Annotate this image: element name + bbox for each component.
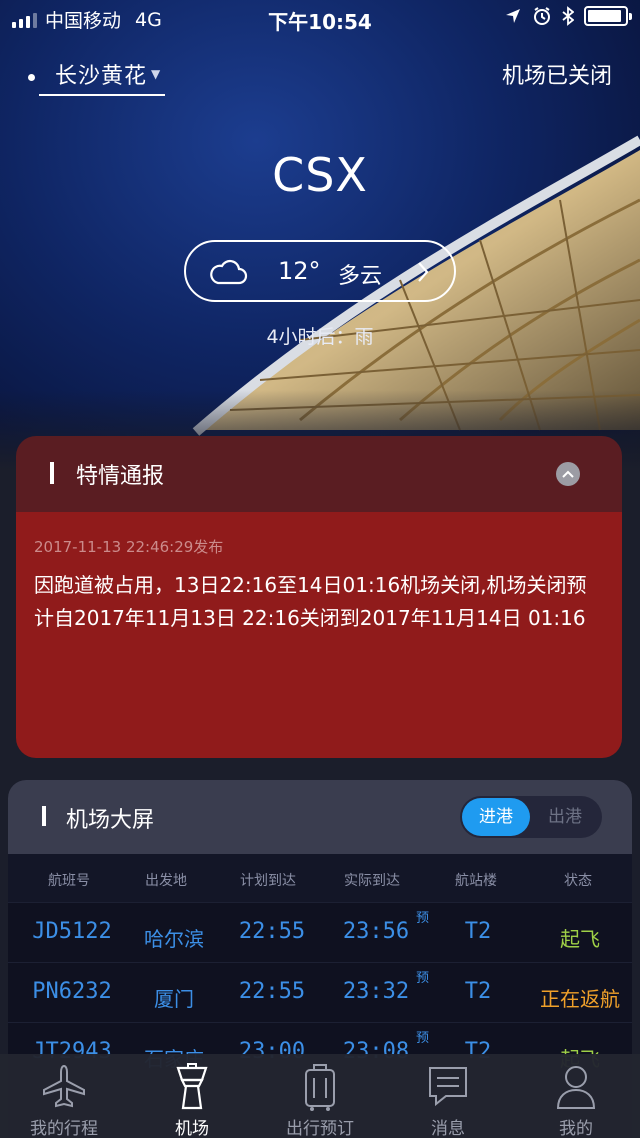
board-header: 机场大屏 进港 出港 xyxy=(8,780,632,854)
tab-airport[interactable]: 机场 xyxy=(128,1054,256,1138)
weather-forecast: 4小时后：雨 xyxy=(266,326,374,348)
tab-label: 我的 xyxy=(559,1119,593,1138)
user-icon xyxy=(556,1066,596,1109)
chevron-right-icon xyxy=(418,262,429,282)
origin-city: 哈尔滨 xyxy=(144,927,204,951)
airplane-icon xyxy=(43,1064,85,1108)
planned-arrival: 22:55 xyxy=(238,919,306,944)
collapse-button[interactable] xyxy=(556,462,580,486)
table-header: 航班号 出发地 计划到达 实际到达 航站楼 状态 xyxy=(8,854,632,902)
estimated-tag: 预 xyxy=(416,1031,430,1046)
column-header-actual: 实际到达 xyxy=(344,873,400,889)
column-header-flight: 航班号 xyxy=(48,873,90,889)
tab-label: 我的行程 xyxy=(30,1119,98,1138)
estimated-tag: 预 xyxy=(416,971,430,986)
airport-code: CSX xyxy=(272,148,368,202)
board-title: 机场大屏 xyxy=(66,808,155,833)
origin-city: 厦门 xyxy=(154,987,194,1011)
column-header-terminal: 航站楼 xyxy=(455,873,497,889)
alert-header[interactable]: 特情通报 xyxy=(16,436,622,512)
planned-arrival: 22:55 xyxy=(238,979,306,1004)
actual-arrival: 23:32 xyxy=(342,979,410,1004)
terminal: T2 xyxy=(464,979,492,1004)
message-icon xyxy=(429,1067,467,1107)
weather-button[interactable]: 12° 多云 xyxy=(184,240,456,302)
terminal: T2 xyxy=(464,919,492,944)
estimated-tag: 预 xyxy=(416,911,430,926)
table-row[interactable]: JD5122 哈尔滨 22:55 23:56 预 T2 起飞 xyxy=(8,902,632,960)
tab-my-trips[interactable]: 我的行程 xyxy=(0,1054,128,1138)
alert-published-time: 2017-11-13 22:46:29发布 xyxy=(34,538,224,556)
tab-profile[interactable]: 我的 xyxy=(512,1054,640,1138)
airport-name: 长沙黄花 xyxy=(39,58,166,96)
tab-label: 出行预订 xyxy=(286,1119,354,1138)
bluetooth-icon xyxy=(562,6,574,26)
actual-arrival: 23:56 xyxy=(342,919,410,944)
alert-message: 因跑道被占用，13日22:16至14日01:16机场关闭,机场关闭预计自2017… xyxy=(34,573,587,630)
title-accent-bar xyxy=(42,806,46,826)
airport-selector[interactable]: 长沙黄花 ▼ xyxy=(28,58,166,96)
weather-condition: 多云 xyxy=(338,264,383,289)
alert-body: 2017-11-13 22:46:29发布 因跑道被占用，13日22:16至14… xyxy=(16,512,622,758)
tab-messages[interactable]: 消息 xyxy=(384,1054,512,1138)
column-header-planned: 计划到达 xyxy=(240,873,296,889)
tab-label: 机场 xyxy=(175,1119,209,1138)
dropdown-arrow-icon: ▼ xyxy=(151,67,161,81)
airport-status: 机场已关闭 xyxy=(501,64,612,89)
tab-label: 消息 xyxy=(431,1119,465,1138)
flight-status: 正在返航 xyxy=(540,987,620,1011)
temperature: 12° xyxy=(278,257,321,285)
flight-number: PN6232 xyxy=(32,979,112,1004)
column-header-origin: 出发地 xyxy=(145,873,187,889)
flight-number: JD5122 xyxy=(32,919,112,944)
alarm-icon xyxy=(534,7,550,25)
luggage-icon xyxy=(305,1064,335,1111)
alert-title: 特情通报 xyxy=(76,464,165,489)
tab-arrivals[interactable]: 进港 xyxy=(462,798,530,836)
cloud-icon xyxy=(210,259,248,285)
location-arrow-icon xyxy=(506,9,520,23)
location-dot-icon xyxy=(28,73,35,81)
title-accent-bar xyxy=(50,462,54,484)
arrival-departure-toggle[interactable]: 进港 出港 xyxy=(460,796,602,838)
tab-booking[interactable]: 出行预订 xyxy=(256,1054,384,1138)
bottom-tab-bar: 我的行程 机场 出行预订 消息 我的 xyxy=(0,1054,640,1138)
table-row[interactable]: PN6232 厦门 22:55 23:32 预 T2 正在返航 xyxy=(8,962,632,1020)
column-header-status: 状态 xyxy=(564,873,592,889)
status-bar: 中国移动 4G 下午10:54 xyxy=(0,0,640,36)
control-tower-icon xyxy=(176,1063,208,1110)
tab-departures[interactable]: 出港 xyxy=(532,798,598,836)
chevron-up-icon xyxy=(562,470,574,478)
battery-icon xyxy=(584,6,632,26)
flight-status: 起飞 xyxy=(560,927,600,951)
